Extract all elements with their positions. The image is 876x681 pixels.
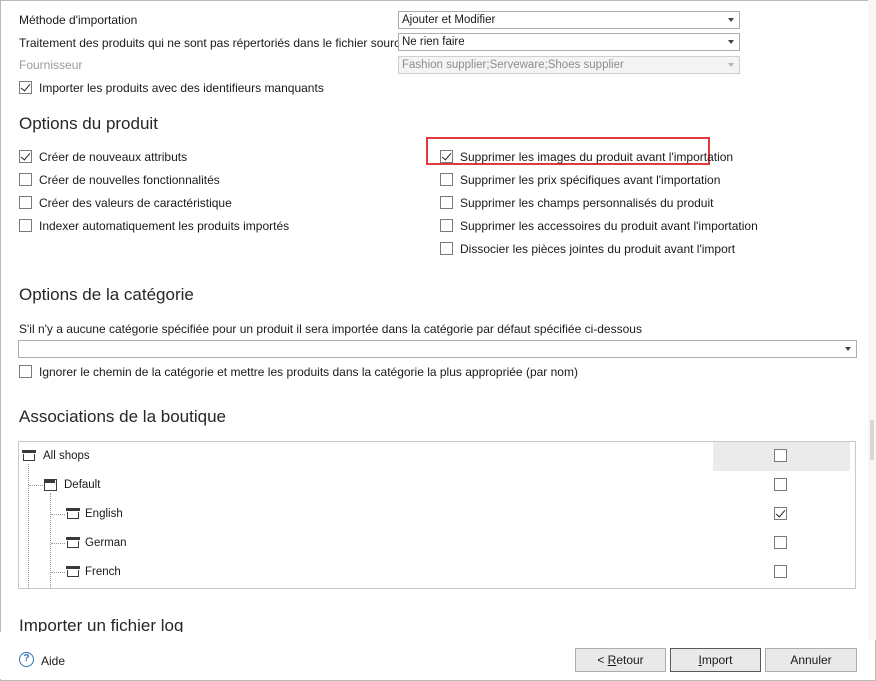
delete-images-checkbox[interactable] bbox=[440, 150, 453, 163]
delete-images-label: Supprimer les images du produit avant l'… bbox=[460, 150, 734, 164]
import-rest: mport bbox=[701, 653, 733, 667]
unlisted-products-value: Ne rien faire bbox=[402, 36, 465, 48]
shop-icon bbox=[66, 508, 80, 520]
default-category-select[interactable] bbox=[18, 340, 857, 358]
auto-index-checkbox[interactable] bbox=[19, 219, 32, 232]
delete-specific-prices-label: Supprimer les prix spécifiques avant l'i… bbox=[460, 173, 721, 187]
create-attributes-label: Créer de nouveaux attributs bbox=[39, 150, 188, 164]
french-checkbox[interactable] bbox=[774, 565, 787, 578]
all-shops-checkbox[interactable] bbox=[774, 449, 787, 462]
create-feature-values-checkbox[interactable] bbox=[19, 196, 32, 209]
unlisted-products-select[interactable]: Ne rien faire bbox=[398, 33, 740, 51]
create-attributes-checkbox[interactable] bbox=[19, 150, 32, 163]
ignore-category-path-label: Ignorer le chemin de la catégorie et met… bbox=[39, 365, 578, 379]
chevron-down-icon bbox=[845, 347, 851, 351]
create-feature-values-label: Créer des valeurs de caractéristique bbox=[39, 196, 232, 210]
tree-row-english[interactable]: English bbox=[19, 500, 855, 529]
import-button[interactable]: Import bbox=[670, 648, 761, 672]
chevron-down-icon bbox=[728, 63, 734, 67]
tree-label: English bbox=[85, 508, 123, 520]
back-prefix: < bbox=[597, 653, 608, 667]
chevron-down-icon bbox=[728, 40, 734, 44]
supplier-value: Fashion supplier;Serveware;Shoes supplie… bbox=[402, 59, 624, 71]
shop-icon bbox=[22, 450, 36, 462]
detach-attachments-label: Dissocier les pièces jointes du produit … bbox=[460, 242, 736, 256]
tree-label: French bbox=[85, 566, 121, 578]
ignore-category-path-checkbox[interactable] bbox=[19, 365, 32, 378]
unlisted-products-label: Traitement des produits qui ne sont pas … bbox=[19, 36, 407, 50]
german-checkbox[interactable] bbox=[774, 536, 787, 549]
back-rest: etour bbox=[616, 653, 644, 667]
tree-row-default[interactable]: Default bbox=[19, 471, 855, 500]
shop-icon bbox=[66, 537, 80, 549]
delete-specific-prices-checkbox[interactable] bbox=[440, 173, 453, 186]
help-link[interactable]: Aide bbox=[41, 654, 65, 668]
default-checkbox[interactable] bbox=[774, 478, 787, 491]
english-checkbox[interactable] bbox=[774, 507, 787, 520]
missing-identifiers-checkbox[interactable] bbox=[19, 81, 32, 94]
cancel-button[interactable]: Annuler bbox=[765, 648, 857, 672]
help-icon[interactable]: ? bbox=[19, 652, 34, 667]
shop-associations-title: Associations de la boutique bbox=[19, 407, 226, 426]
import-method-select[interactable]: Ajouter et Modifier bbox=[398, 11, 740, 29]
category-options-title: Options de la catégorie bbox=[19, 285, 194, 304]
tree-row-all-shops[interactable]: All shops bbox=[19, 442, 855, 471]
chevron-down-icon bbox=[728, 18, 734, 22]
delete-custom-fields-label: Supprimer les champs personnalisés du pr… bbox=[460, 196, 714, 210]
detach-attachments-checkbox[interactable] bbox=[440, 242, 453, 255]
back-button[interactable]: < Retour bbox=[575, 648, 666, 672]
supplier-label: Fournisseur bbox=[19, 58, 83, 72]
supplier-select: Fashion supplier;Serveware;Shoes supplie… bbox=[398, 56, 740, 74]
import-method-label: Méthode d'importation bbox=[19, 13, 138, 27]
shop-tree: All shops Default English German French bbox=[18, 441, 856, 589]
tree-label: All shops bbox=[43, 450, 90, 462]
delete-custom-fields-checkbox[interactable] bbox=[440, 196, 453, 209]
scrollbar-thumb[interactable] bbox=[870, 420, 874, 460]
import-method-value: Ajouter et Modifier bbox=[402, 14, 496, 26]
tree-row-german[interactable]: German bbox=[19, 529, 855, 558]
scrollbar-track[interactable] bbox=[868, 0, 876, 640]
product-options-title: Options du produit bbox=[19, 114, 158, 133]
tree-label: Default bbox=[64, 479, 101, 491]
create-features-checkbox[interactable] bbox=[19, 173, 32, 186]
missing-identifiers-label: Importer les produits avec des identifie… bbox=[39, 81, 324, 95]
shop-icon bbox=[66, 566, 80, 578]
log-section-title: Importer un fichier log bbox=[19, 616, 184, 632]
tree-label: German bbox=[85, 537, 127, 549]
delete-accessories-checkbox[interactable] bbox=[440, 219, 453, 232]
delete-accessories-label: Supprimer les accessoires du produit ava… bbox=[460, 219, 758, 233]
log-section-clip: Importer un fichier log bbox=[0, 605, 866, 632]
tree-row-french[interactable]: French bbox=[19, 558, 855, 587]
category-hint: S'il n'y a aucune catégorie spécifiée po… bbox=[19, 322, 642, 336]
create-features-label: Créer de nouvelles fonctionnalités bbox=[39, 173, 220, 187]
shop-group-icon bbox=[44, 479, 57, 491]
auto-index-label: Indexer automatiquement les produits imp… bbox=[39, 219, 290, 233]
